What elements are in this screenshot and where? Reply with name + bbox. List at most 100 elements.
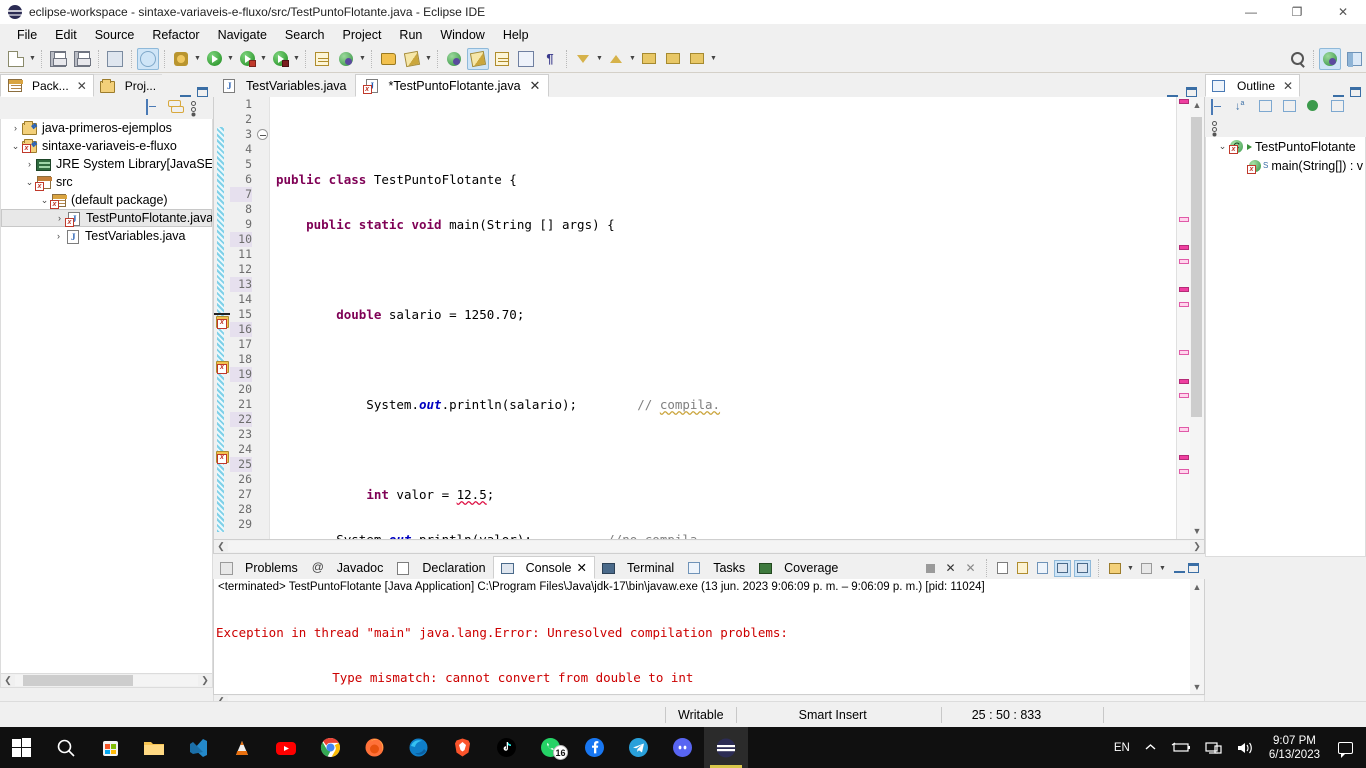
console-vscrollbar[interactable]: ▲ ▼	[1190, 579, 1204, 694]
next-edit-dropdown-icon[interactable]: ▼	[595, 48, 604, 70]
view-menu-icon[interactable]	[1211, 120, 1227, 136]
coverage-dropdown-icon[interactable]: ▼	[259, 48, 268, 70]
menu-help[interactable]: Help	[494, 26, 538, 44]
tree-item-testvariables-java[interactable]: › TestVariables.java	[1, 227, 212, 245]
remove-launch-button[interactable]: ✕	[942, 560, 959, 577]
minimize-icon[interactable]	[180, 88, 191, 97]
chevron-right-icon[interactable]: ›	[9, 123, 22, 133]
debug-button[interactable]	[170, 48, 192, 70]
view-menu-icon[interactable]	[190, 100, 206, 116]
code-text[interactable]: public class TestPuntoFlotante { public …	[270, 97, 1176, 539]
menu-project[interactable]: Project	[334, 26, 391, 44]
hide-nonpublic-icon[interactable]	[1307, 100, 1323, 116]
show-console-on-error-button[interactable]	[1074, 559, 1091, 577]
menu-refactor[interactable]: Refactor	[143, 26, 208, 44]
display-selected-console-dropdown-icon[interactable]: ▼	[1158, 557, 1167, 579]
tree-item-default-package[interactable]: ⌄ (default package)	[1, 191, 212, 209]
tiktok-icon[interactable]	[484, 727, 528, 768]
java-perspective-button[interactable]	[1319, 47, 1341, 70]
file-explorer-icon[interactable]	[132, 727, 176, 768]
minimize-button[interactable]: —	[1228, 0, 1274, 24]
forward-button[interactable]	[662, 48, 684, 70]
whatsapp-icon[interactable]: 16	[528, 727, 572, 768]
search-icon[interactable]	[44, 727, 88, 768]
microsoft-store-icon[interactable]	[88, 727, 132, 768]
previous-annotation-button[interactable]	[515, 48, 537, 70]
pin-console-button[interactable]	[1138, 560, 1155, 577]
chrome-icon[interactable]	[308, 727, 352, 768]
next-edit-button[interactable]	[572, 48, 594, 70]
quick-access-search-icon[interactable]	[1286, 48, 1308, 70]
facebook-icon[interactable]	[572, 727, 616, 768]
vscode-icon[interactable]	[176, 727, 220, 768]
print-button[interactable]	[104, 48, 126, 70]
close-icon[interactable]: ✕	[1283, 79, 1293, 93]
history-dropdown-icon[interactable]: ▼	[709, 48, 718, 70]
editor-hscrollbar[interactable]: ❮ ❯	[213, 540, 1205, 554]
hide-fields-icon[interactable]	[1259, 100, 1275, 116]
open-console-button[interactable]	[1106, 560, 1123, 577]
menu-navigate[interactable]: Navigate	[209, 26, 276, 44]
back-button[interactable]	[638, 48, 660, 70]
minimize-icon[interactable]	[1333, 88, 1344, 97]
sort-icon[interactable]: ↓a	[1235, 100, 1251, 116]
new-button[interactable]	[5, 48, 27, 70]
scroll-down-icon[interactable]: ▼	[1190, 679, 1204, 694]
maximize-icon[interactable]	[1350, 87, 1361, 97]
maximize-icon[interactable]	[1186, 87, 1197, 97]
menu-run[interactable]: Run	[390, 26, 431, 44]
new-class-button[interactable]	[335, 48, 357, 70]
tree-item-java-primeros-ejemplos[interactable]: › ❖ java-primeros-ejemplos	[1, 119, 212, 137]
back-history-button[interactable]	[686, 48, 708, 70]
open-perspective-button[interactable]	[1343, 48, 1365, 70]
tab-declaration[interactable]: Declaration	[390, 556, 492, 579]
search-dropdown-icon[interactable]: ▼	[424, 48, 433, 70]
telegram-icon[interactable]	[616, 727, 660, 768]
outline-item-method-main[interactable]: S main(String[]) : v	[1206, 156, 1365, 175]
run-button[interactable]	[203, 48, 225, 70]
close-button[interactable]: ✕	[1320, 0, 1366, 24]
outline-item-class[interactable]: ⌄ C TestPuntoFlotante	[1206, 137, 1365, 156]
new-class-dropdown-icon[interactable]: ▼	[358, 48, 367, 70]
tree-item-sintaxe-variaveis-e-fluxo[interactable]: ⌄ ❖ sintaxe-variaveis-e-fluxo	[1, 137, 212, 155]
new-java-project-button[interactable]	[311, 48, 333, 70]
minimize-icon[interactable]	[1174, 564, 1185, 573]
menu-source[interactable]: Source	[86, 26, 144, 44]
new-dropdown-icon[interactable]: ▼	[28, 48, 37, 70]
tab-terminal[interactable]: Terminal	[595, 556, 681, 579]
close-icon[interactable]: ✕	[576, 560, 586, 575]
close-icon[interactable]: ✕	[530, 78, 541, 94]
maximize-icon[interactable]	[1188, 563, 1199, 573]
next-annotation-button[interactable]	[491, 48, 513, 70]
code-editor[interactable]: 1 2 3 4 5 6 7 8 9 10 11 12 13 14 15 16 1	[213, 97, 1205, 540]
show-console-on-output-button[interactable]	[1054, 559, 1071, 577]
scroll-right-icon[interactable]: ❯	[1190, 541, 1204, 552]
editor-tab-testpuntoflotante[interactable]: *TestPuntoFlotante.java ✕	[354, 74, 550, 97]
scroll-up-icon[interactable]: ▲	[1190, 97, 1204, 113]
remove-all-launches-button[interactable]: ✕	[962, 560, 979, 577]
debug-dropdown-icon[interactable]: ▼	[193, 48, 202, 70]
brave-icon[interactable]	[440, 727, 484, 768]
chevron-right-icon[interactable]: ›	[23, 159, 36, 169]
folding-ruler[interactable]	[256, 97, 270, 539]
edge-icon[interactable]	[396, 727, 440, 768]
discord-icon[interactable]	[660, 727, 704, 768]
hide-static-icon[interactable]	[1283, 100, 1299, 116]
run-external-button[interactable]	[269, 48, 291, 70]
tab-tasks[interactable]: Tasks	[681, 556, 752, 579]
link-with-editor-icon[interactable]	[168, 100, 184, 116]
open-task-button[interactable]	[443, 48, 465, 70]
save-all-button[interactable]	[71, 48, 93, 70]
run-coverage-button[interactable]	[236, 48, 258, 70]
chevron-up-icon[interactable]	[1137, 727, 1164, 768]
scroll-left-icon[interactable]: ❮	[214, 541, 228, 552]
youtube-icon[interactable]	[264, 727, 308, 768]
collapse-all-icon[interactable]	[1211, 99, 1227, 116]
start-icon[interactable]	[0, 727, 44, 768]
editor-tab-testvariables[interactable]: TestVariables.java	[213, 74, 355, 97]
tab-console[interactable]: Console ✕	[492, 556, 595, 579]
word-wrap-button[interactable]	[1034, 560, 1051, 577]
tab-outline[interactable]: Outline ✕	[1205, 74, 1301, 97]
vlc-icon[interactable]	[220, 727, 264, 768]
open-console-dropdown-icon[interactable]: ▼	[1126, 557, 1135, 579]
